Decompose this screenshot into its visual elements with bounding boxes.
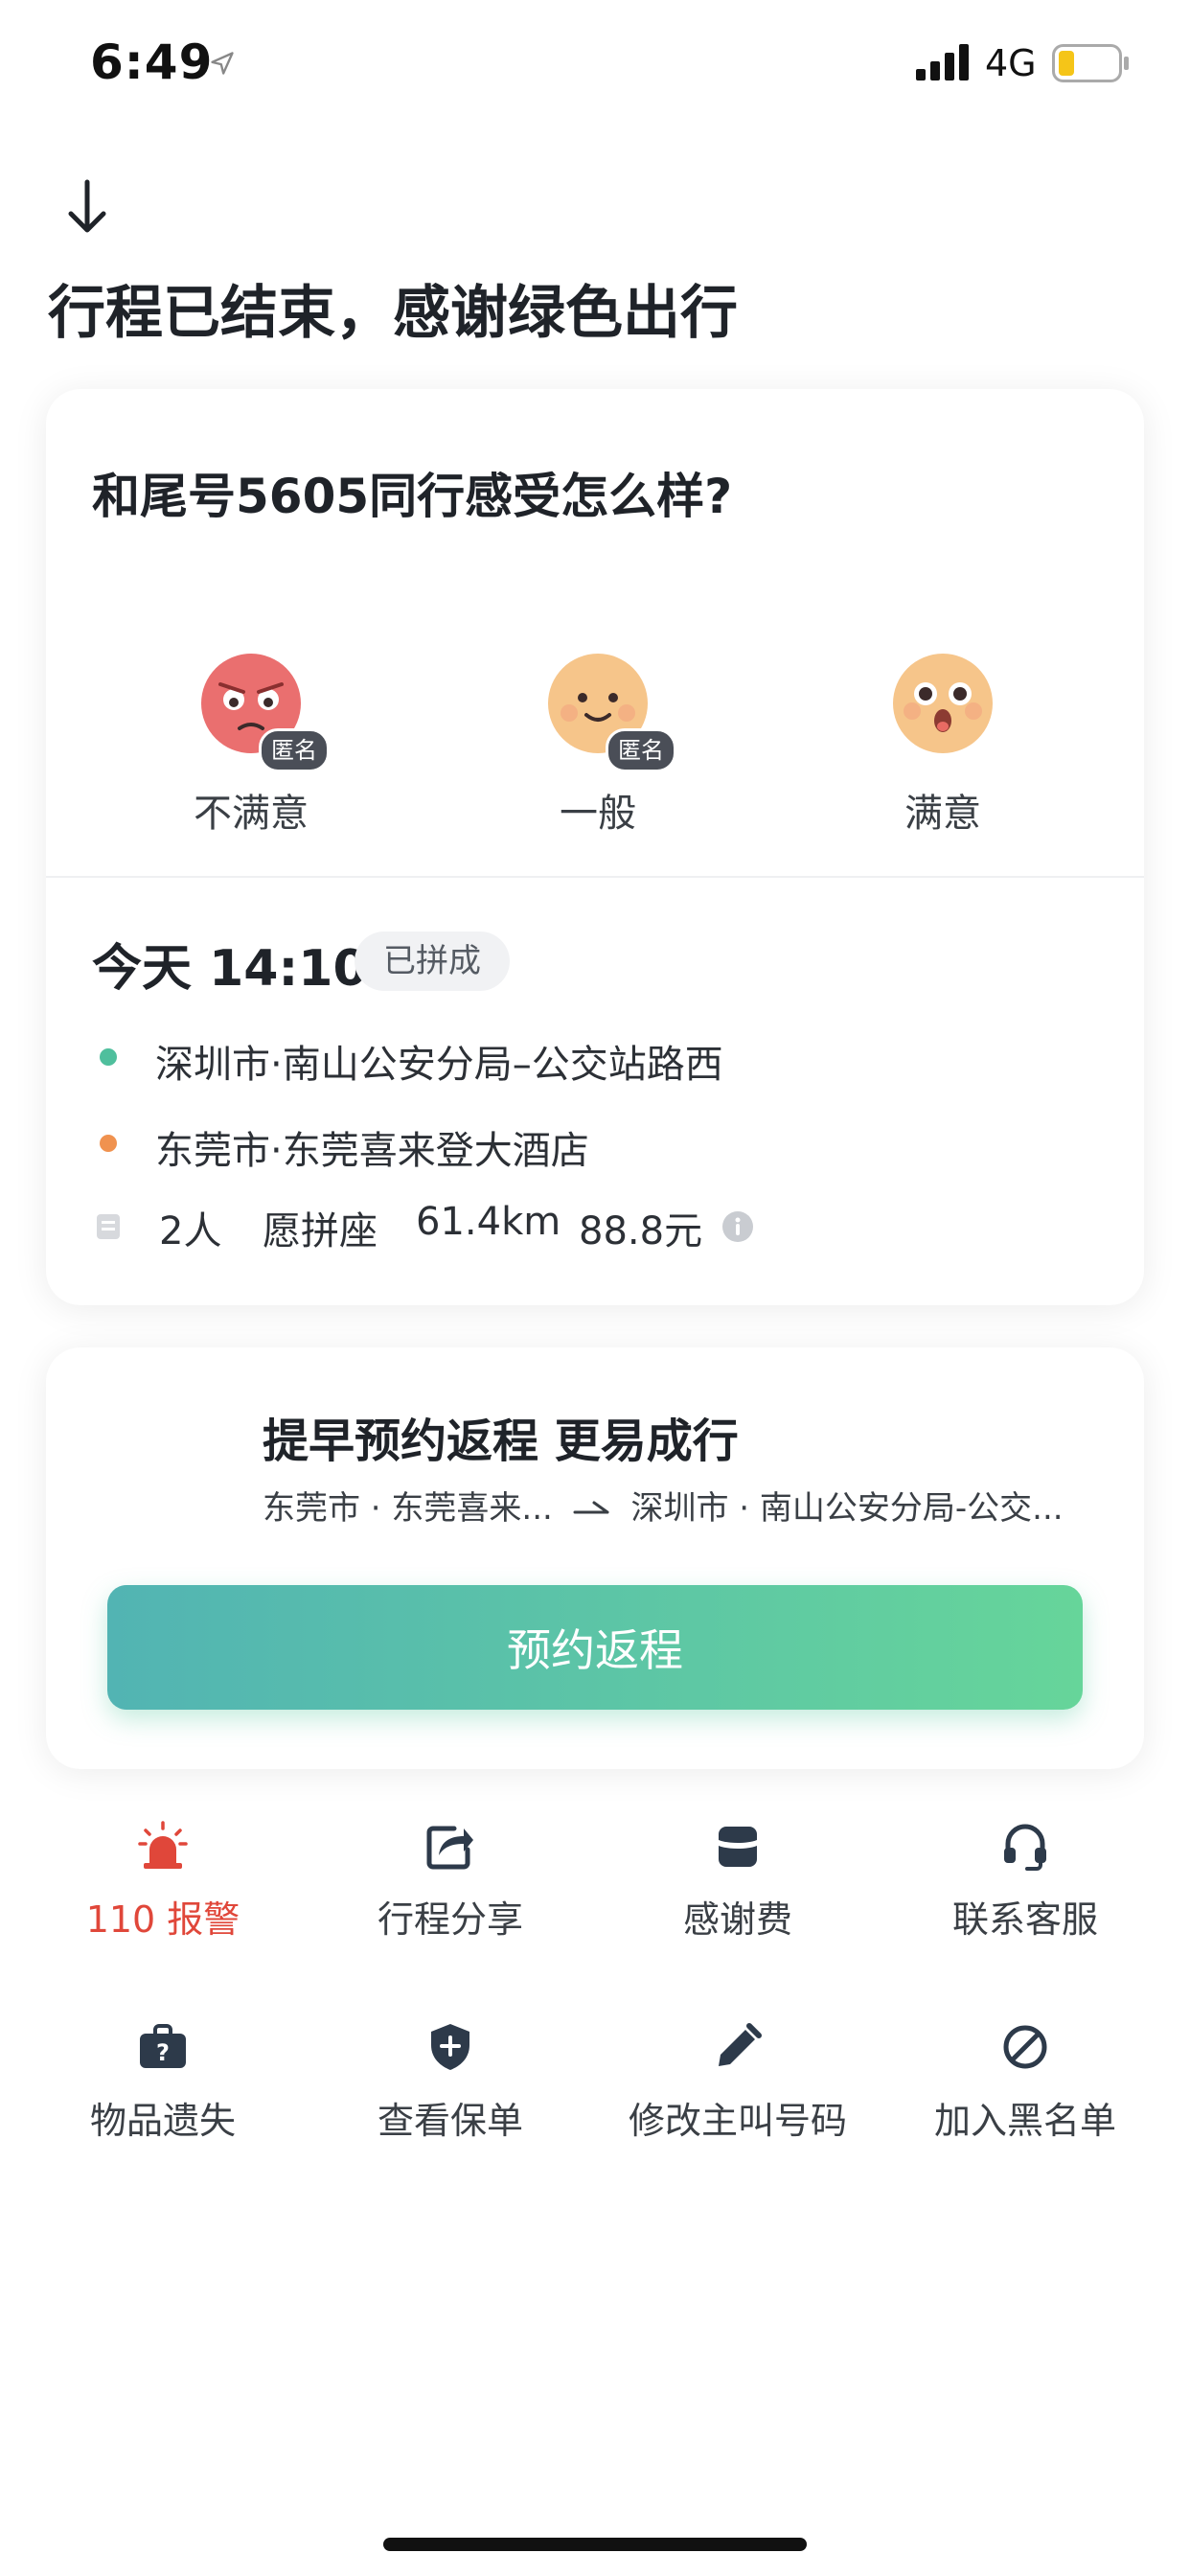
trip-time: 今天 14:10 — [92, 940, 368, 998]
trip-seat-type: 愿拼座 — [263, 1209, 378, 1254]
action-lost-item[interactable]: ? 物品遗失 — [19, 2022, 307, 2144]
action-police[interactable]: 110 报警 — [19, 1821, 307, 1943]
action-view-policy[interactable]: 查看保单 — [307, 2022, 594, 2144]
location-arrow-icon — [211, 52, 234, 75]
return-trip-route: 东莞市 · 东莞喜来... 深圳市 · 南山公安分局-公交... — [263, 1482, 1064, 1529]
order-info-icon — [97, 1214, 120, 1239]
trip-distance: 61.4km — [416, 1200, 561, 1244]
trip-price: 88.8元 — [579, 1209, 703, 1254]
action-blacklist[interactable]: 加入黑名单 — [881, 2022, 1169, 2144]
action-label: 加入黑名单 — [933, 2100, 1116, 2142]
info-icon[interactable] — [722, 1211, 753, 1242]
origin-dot — [100, 1048, 117, 1066]
route-arrow-icon — [573, 1501, 609, 1513]
action-label: 110 报警 — [85, 1898, 240, 1941]
page-title: 行程已结束，感谢绿色出行 — [48, 280, 738, 347]
block-icon — [1003, 2025, 1047, 2069]
action-label: 感谢费 — [682, 1898, 792, 1941]
lost-item-icon: ? — [140, 2024, 186, 2068]
cellular-signal-icon — [916, 44, 969, 80]
rating-question: 和尾号5605同行感受怎么样? — [92, 469, 733, 524]
action-label: 物品遗失 — [89, 2100, 236, 2142]
return-route-to: 深圳市 · 南山公安分局-公交... — [630, 1489, 1064, 1528]
headset-icon — [1004, 1824, 1046, 1871]
action-edit-caller-number[interactable]: 修改主叫号码 — [594, 2022, 881, 2144]
origin-address: 深圳市·南山公安分局–公交站路西 — [155, 1043, 723, 1087]
destination-dot — [100, 1135, 117, 1152]
action-customer-service[interactable]: 联系客服 — [881, 1821, 1169, 1943]
action-label: 修改主叫号码 — [628, 2100, 847, 2142]
destination-address: 东莞市·东莞喜来登大酒店 — [155, 1129, 589, 1173]
book-return-button[interactable]: 预约返程 — [107, 1585, 1083, 1710]
action-thanks-fee[interactable]: 感谢费 — [594, 1821, 881, 1943]
trip-status-badge: 已拼成 — [355, 932, 510, 991]
happy-face-icon — [893, 654, 993, 753]
status-time: 6:49 — [90, 34, 214, 90]
alarm-siren-icon — [138, 1821, 188, 1869]
home-indicator[interactable] — [383, 2538, 807, 2551]
action-label: 联系客服 — [951, 1898, 1098, 1941]
rating-label-unsatisfied: 不满意 — [194, 792, 309, 836]
anonymous-badge: 匿名 — [606, 728, 676, 772]
battery-icon — [1052, 44, 1129, 82]
rating-label-satisfied: 满意 — [904, 792, 981, 836]
anonymous-badge: 匿名 — [259, 728, 330, 772]
share-icon — [426, 1826, 473, 1870]
action-share-trip[interactable]: 行程分享 — [307, 1821, 594, 1943]
return-route-from: 东莞市 · 东莞喜来... — [263, 1489, 553, 1528]
collapse-arrow-icon[interactable] — [63, 178, 111, 236]
svg-text:?: ? — [156, 2039, 170, 2066]
card-divider — [46, 876, 1144, 878]
rating-option-satisfied[interactable] — [893, 654, 993, 757]
pencil-icon — [719, 2023, 762, 2066]
action-label: 行程分享 — [377, 1898, 523, 1941]
wallet-icon — [719, 1827, 757, 1867]
trip-passengers: 2人 — [159, 1209, 222, 1254]
rating-label-average: 一般 — [560, 792, 636, 836]
shield-plus-icon — [431, 2024, 469, 2070]
return-trip-title: 提早预约返程 更易成行 — [263, 1414, 739, 1468]
network-type: 4G — [985, 42, 1037, 84]
action-label: 查看保单 — [377, 2100, 523, 2142]
